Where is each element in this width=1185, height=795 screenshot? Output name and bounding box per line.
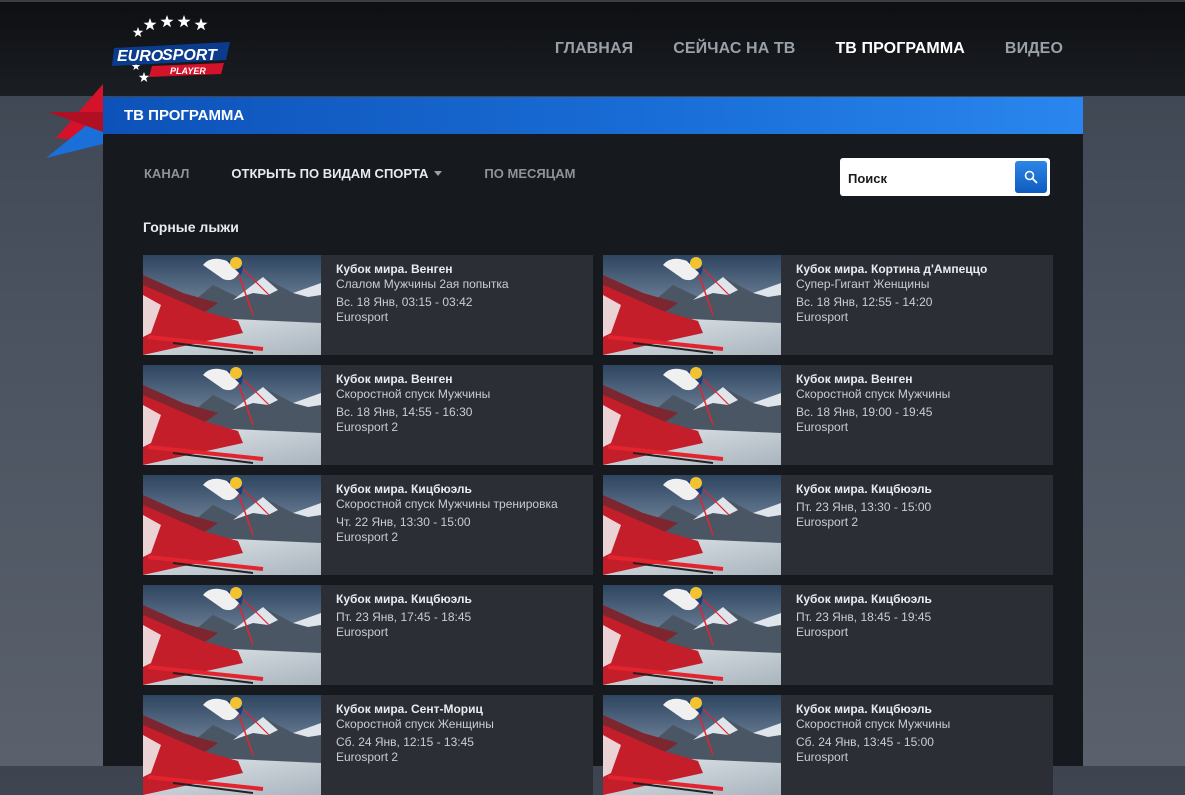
program-card[interactable]: Кубок мира. Кортина д'Ампеццо Супер-Гига… — [603, 255, 1053, 355]
tab-by-sport[interactable]: ОТКРЫТЬ ПО ВИДАМ СПОРТА — [231, 166, 443, 181]
program-channel: Eurosport — [336, 625, 389, 639]
program-subtitle: Супер-Гигант Женщины — [796, 277, 930, 291]
program-channel: Eurosport — [796, 310, 849, 324]
nav-item-tv-program[interactable]: ТВ ПРОГРАММА — [835, 40, 964, 58]
program-time: Вс. 18 Янв, 12:55 - 14:20 — [796, 295, 933, 309]
program-time: Вс. 18 Янв, 03:15 - 03:42 — [336, 295, 473, 309]
program-title: Кубок мира. Кортина д'Ампеццо — [796, 262, 988, 276]
program-title: Кубок мира. Сент-Мориц — [336, 702, 483, 716]
program-time: Сб. 24 Янв, 12:15 - 13:45 — [336, 735, 474, 749]
program-card[interactable]: Кубок мира. Сент-Мориц Скоростной спуск … — [143, 695, 593, 795]
tab-by-month[interactable]: ПО МЕСЯЦАМ — [484, 166, 575, 181]
program-title: Кубок мира. Венген — [336, 372, 453, 386]
program-title: Кубок мира. Кицбюэль — [336, 592, 472, 606]
filter-tabs: КАНАЛ ОТКРЫТЬ ПО ВИДАМ СПОРТА ПО МЕСЯЦАМ — [144, 166, 575, 181]
page-banner: ТВ ПРОГРАММА — [103, 97, 1083, 134]
logo-text-player: PLAYER — [170, 66, 206, 76]
program-title: Кубок мира. Кицбюэль — [796, 702, 932, 716]
logo-text-sport: SPORT — [162, 47, 218, 64]
program-time: Чт. 22 Янв, 13:30 - 15:00 — [336, 515, 471, 529]
program-time: Вс. 18 Янв, 14:55 - 16:30 — [336, 405, 473, 419]
program-title: Кубок мира. Кицбюэль — [336, 482, 472, 496]
program-title: Кубок мира. Кицбюэль — [796, 482, 932, 496]
program-card[interactable]: Кубок мира. Кицбюэль Пт. 23 Янв, 13:30 -… — [603, 475, 1053, 575]
nav-item-video[interactable]: ВИДЕО — [1005, 40, 1063, 58]
program-thumbnail — [143, 695, 321, 795]
program-channel: Eurosport 2 — [336, 420, 399, 434]
program-title: Кубок мира. Венген — [796, 372, 913, 386]
eurosport-player-logo[interactable]: EURO SPORT PLAYER — [112, 14, 232, 90]
program-card[interactable]: Кубок мира. Венген Слалом Мужчины 2ая по… — [143, 255, 593, 355]
program-thumbnail — [603, 585, 781, 685]
program-subtitle: Скоростной спуск Мужчины — [336, 387, 491, 401]
program-card[interactable]: Кубок мира. Венген Скоростной спуск Мужч… — [143, 365, 593, 465]
nav-item-now-on-tv[interactable]: СЕЙЧАС НА ТВ — [673, 40, 795, 58]
search-box — [840, 158, 1050, 196]
program-subtitle: Скоростной спуск Мужчины — [796, 387, 951, 401]
search-input[interactable] — [846, 166, 1010, 190]
page-title: ТВ ПРОГРАММА — [124, 107, 245, 124]
program-channel: Eurosport — [336, 310, 389, 324]
program-thumbnail — [603, 365, 781, 465]
logo-star — [138, 72, 150, 82]
tab-channel[interactable]: КАНАЛ — [144, 166, 189, 181]
program-time: Пт. 23 Янв, 17:45 - 18:45 — [336, 610, 472, 624]
chevron-down-icon — [434, 171, 443, 177]
logo-star — [143, 18, 157, 31]
program-thumbnail — [603, 475, 781, 575]
program-thumbnail — [143, 475, 321, 575]
program-thumbnail — [143, 365, 321, 465]
program-subtitle: Скоростной спуск Мужчины тренировка — [336, 497, 558, 511]
program-channel: Eurosport — [796, 625, 849, 639]
program-thumbnail — [603, 695, 781, 795]
program-card[interactable]: Кубок мира. Кицбюэль Пт. 23 Янв, 17:45 -… — [143, 585, 593, 685]
program-thumbnail — [143, 255, 321, 355]
program-subtitle: Слалом Мужчины 2ая попытка — [336, 277, 509, 291]
program-card[interactable]: Кубок мира. Кицбюэль Скоростной спуск Му… — [143, 475, 593, 575]
program-title: Кубок мира. Кицбюэль — [796, 592, 932, 606]
logo-text-euro: EURO — [117, 48, 164, 65]
search-button[interactable] — [1015, 161, 1047, 193]
logo-star — [177, 15, 191, 28]
program-card[interactable]: Кубок мира. Венген Скоростной спуск Мужч… — [603, 365, 1053, 465]
tab-by-sport-label: ОТКРЫТЬ ПО ВИДАМ СПОРТА — [231, 166, 429, 181]
program-channel: Eurosport — [796, 750, 849, 764]
program-channel: Eurosport 2 — [796, 515, 859, 529]
main-nav: ГЛАВНАЯ СЕЙЧАС НА ТВ ТВ ПРОГРАММА ВИДЕО — [555, 40, 1063, 58]
top-navigation-bar: EURO SPORT PLAYER ГЛАВНАЯ СЕЙЧАС НА ТВ Т… — [0, 0, 1185, 96]
logo-star — [132, 27, 144, 37]
nav-item-home[interactable]: ГЛАВНАЯ — [555, 40, 633, 58]
program-subtitle: Скоростной спуск Женщины — [336, 717, 494, 731]
program-time: Сб. 24 Янв, 13:45 - 15:00 — [796, 735, 934, 749]
program-channel: Eurosport 2 — [336, 530, 399, 544]
program-thumbnail — [603, 255, 781, 355]
search-icon — [1024, 170, 1038, 184]
program-time: Пт. 23 Янв, 13:30 - 15:00 — [796, 500, 932, 514]
program-channel: Eurosport — [796, 420, 849, 434]
program-card[interactable]: Кубок мира. Кицбюэль Пт. 23 Янв, 18:45 -… — [603, 585, 1053, 685]
program-title: Кубок мира. Венген — [336, 262, 453, 276]
program-time: Вс. 18 Янв, 19:00 - 19:45 — [796, 405, 933, 419]
sport-section-title: Горные лыжи — [143, 219, 239, 235]
program-card[interactable]: Кубок мира. Кицбюэль Скоростной спуск Му… — [603, 695, 1053, 795]
program-channel: Eurosport 2 — [336, 750, 399, 764]
program-thumbnail — [143, 585, 321, 685]
logo-star — [160, 15, 174, 28]
program-subtitle: Скоростной спуск Мужчины — [796, 717, 951, 731]
program-time: Пт. 23 Янв, 18:45 - 19:45 — [796, 610, 932, 624]
logo-star — [194, 18, 208, 31]
